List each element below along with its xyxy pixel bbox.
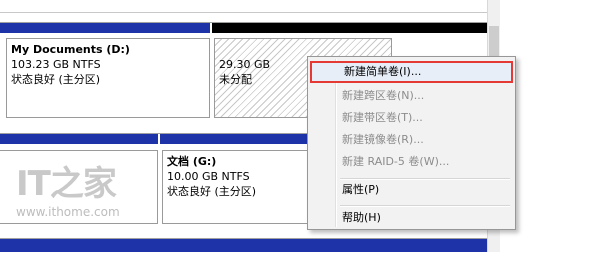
menu-item-new-raid5-volume[interactable]: 新建 RAID-5 卷(W)... xyxy=(310,151,513,173)
primary-partition-bar xyxy=(160,134,310,144)
volume-title: 文档 (G:) xyxy=(167,155,217,168)
watermark: IT之家 www.ithome.com xyxy=(16,165,120,219)
context-menu: 新建简单卷(I)... 新建跨区卷(N)... 新建带区卷(T)... 新建镜像… xyxy=(307,56,516,230)
watermark-url: www.ithome.com xyxy=(16,205,120,219)
primary-partition-bar xyxy=(0,239,487,252)
volume-size: 103.23 GB NTFS xyxy=(11,58,101,71)
menu-item-new-mirrored-volume[interactable]: 新建镜像卷(R)... xyxy=(310,129,513,151)
volume-wendang[interactable]: 文档 (G:) 10.00 GB NTFS 状态良好 (主分区) xyxy=(162,150,310,224)
primary-partition-bar xyxy=(0,134,158,144)
volume-size: 10.00 GB NTFS xyxy=(167,170,250,183)
menu-item-new-spanned-volume[interactable]: 新建跨区卷(N)... xyxy=(310,85,513,107)
menu-item-help[interactable]: 帮助(H) xyxy=(310,207,513,229)
top-disk-row-edge xyxy=(0,0,487,13)
primary-partition-bar xyxy=(0,23,210,33)
menu-item-properties[interactable]: 属性(P) xyxy=(310,179,513,201)
unallocated-bar xyxy=(212,23,487,33)
menu-item-new-simple-volume[interactable]: 新建简单卷(I)... xyxy=(310,61,513,83)
volume-title: My Documents (D:) xyxy=(11,43,130,56)
watermark-logo: IT之家 xyxy=(16,164,117,204)
menu-item-new-striped-volume[interactable]: 新建带区卷(T)... xyxy=(310,107,513,129)
volume-status: 状态良好 (主分区) xyxy=(167,185,257,198)
volume-status: 状态良好 (主分区) xyxy=(11,73,101,86)
volume-my-documents[interactable]: My Documents (D:) 103.23 GB NTFS 状态良好 (主… xyxy=(6,38,210,118)
